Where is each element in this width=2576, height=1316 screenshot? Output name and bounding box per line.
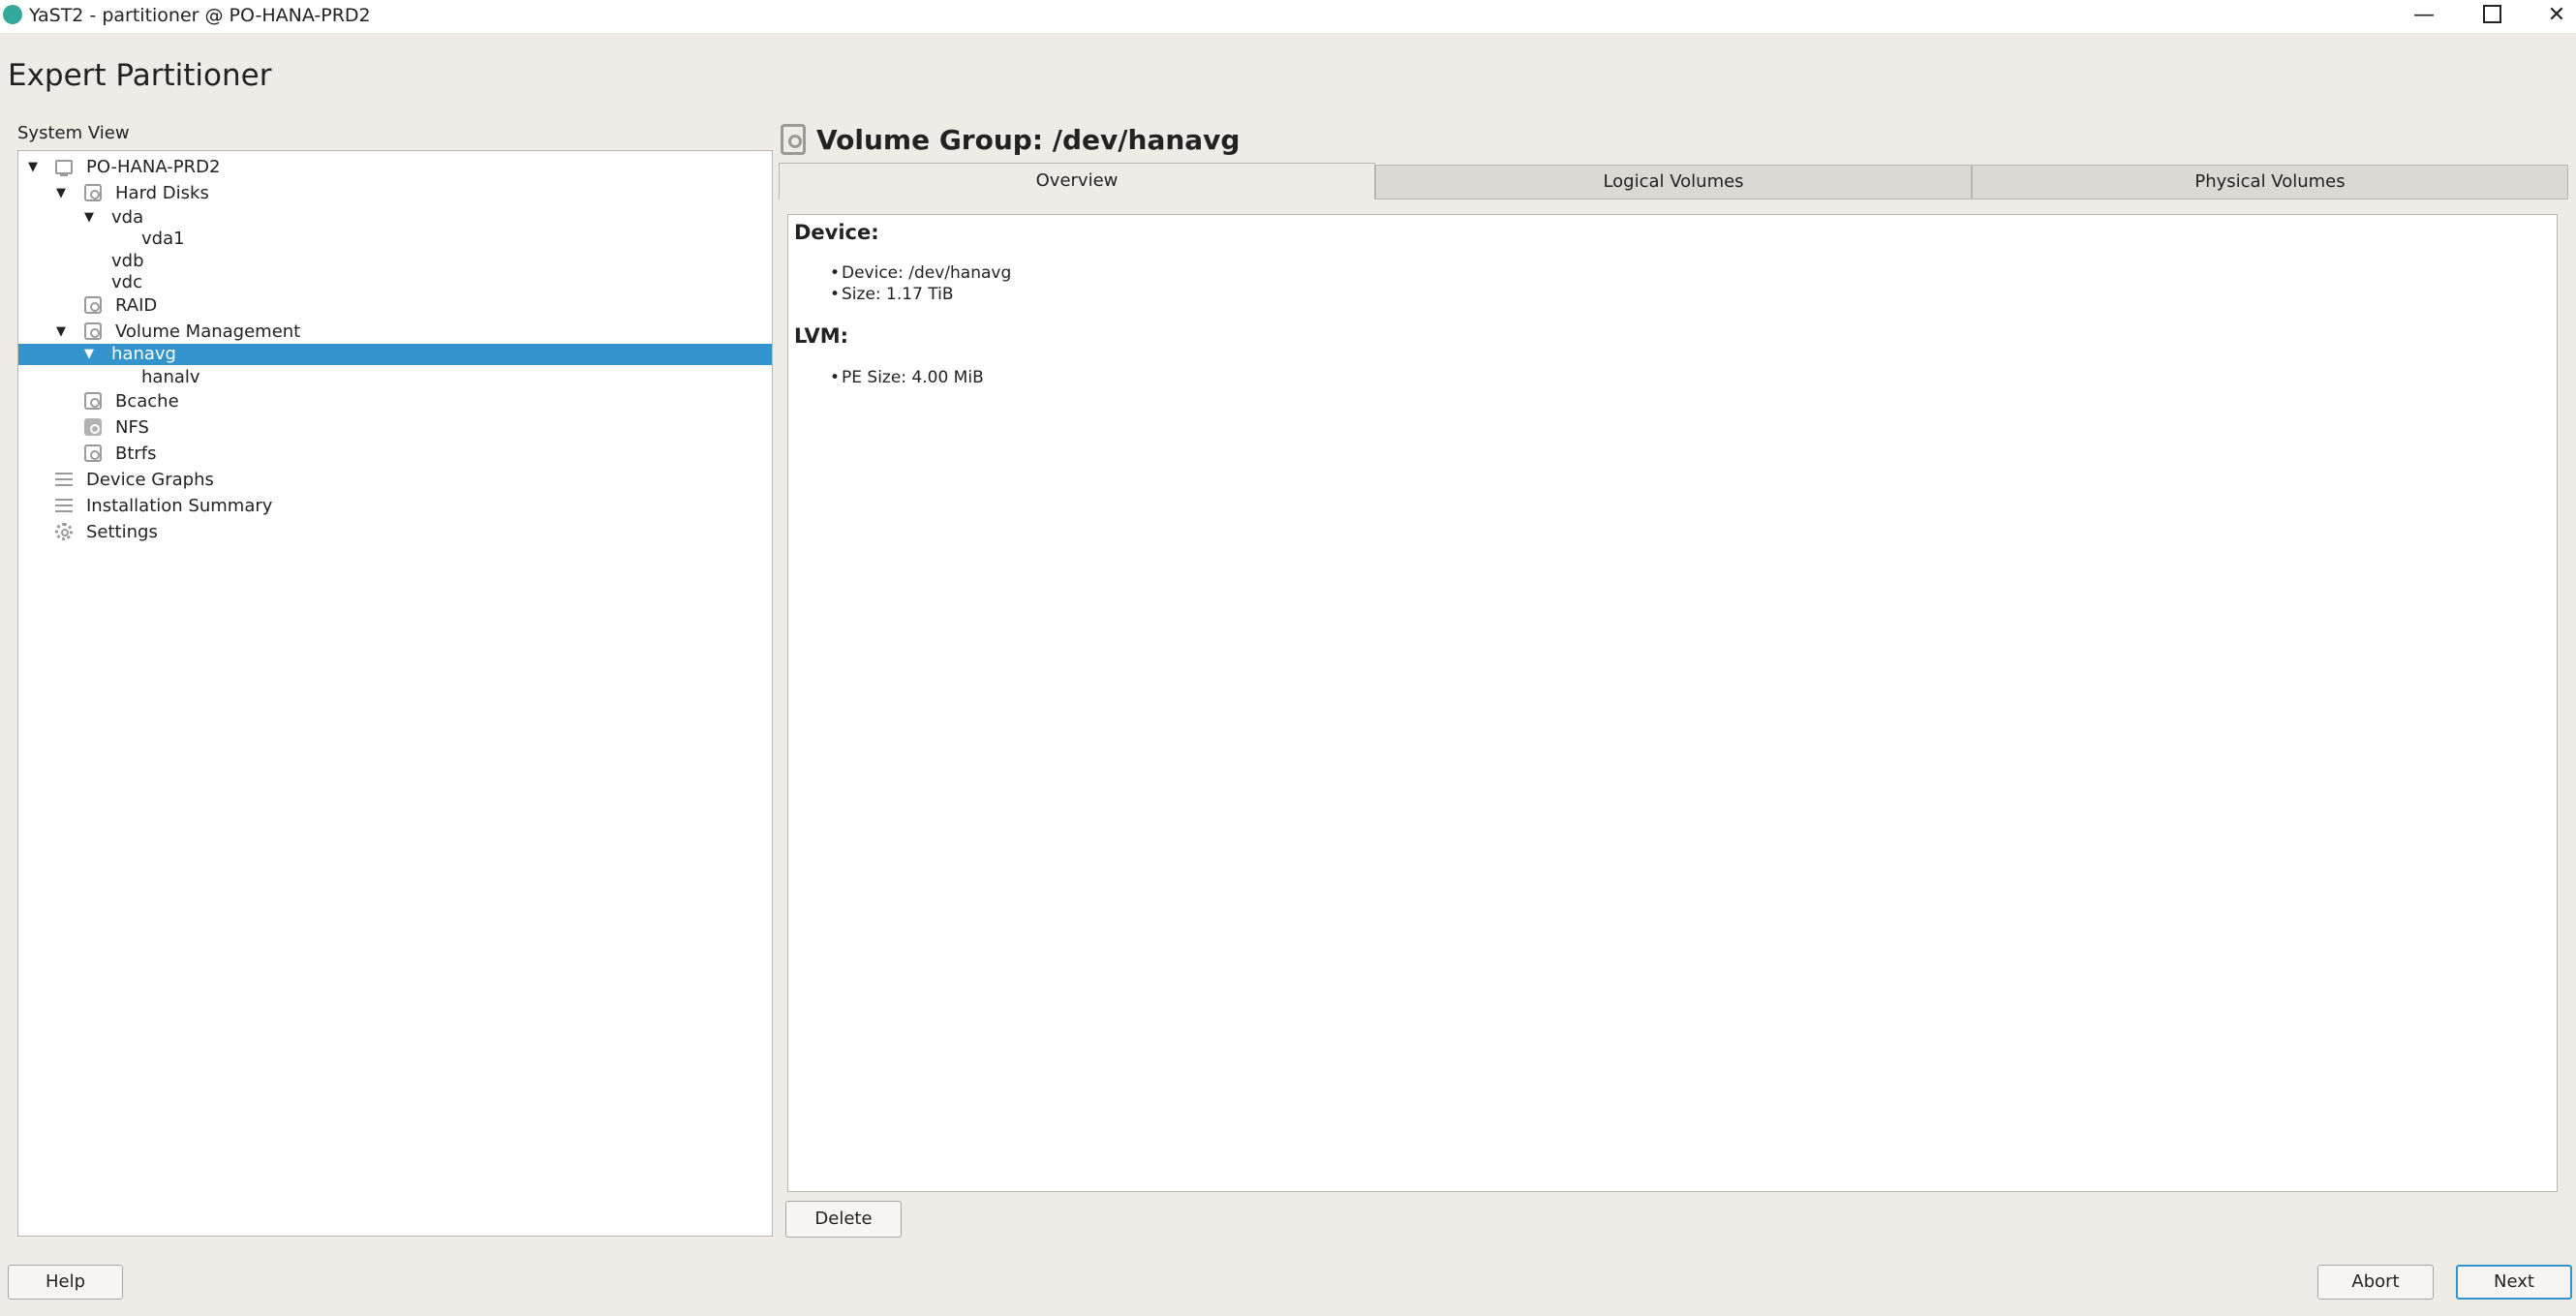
tree-item-label: vdc bbox=[111, 272, 142, 292]
tree-item-hanalv[interactable]: hanalv bbox=[18, 366, 772, 389]
tree-item-label: Btrfs bbox=[115, 444, 157, 464]
installation-summary-icon bbox=[55, 497, 73, 514]
device-path-item: Device: /dev/hanavg bbox=[830, 263, 1011, 283]
tree-item-volume-management[interactable]: ▼ Volume Management bbox=[18, 321, 772, 344]
tree-item-label: vda bbox=[111, 207, 144, 228]
tree-item-vdc[interactable]: vdc bbox=[18, 271, 772, 294]
volume-group-icon bbox=[781, 124, 806, 155]
tree-item-label: Settings bbox=[86, 522, 158, 542]
tree-item-vda1[interactable]: vda1 bbox=[18, 228, 772, 251]
tree-item-bcache[interactable]: Bcache bbox=[18, 390, 772, 413]
bcache-icon bbox=[84, 392, 102, 410]
window-titlebar: YaST2 - partitioner @ PO-HANA-PRD2 — ✕ bbox=[0, 0, 2576, 33]
pe-size-item: PE Size: 4.00 MiB bbox=[830, 368, 984, 387]
nfs-icon bbox=[84, 418, 102, 436]
yast-app-icon bbox=[3, 5, 22, 24]
tree-item-vdb[interactable]: vdb bbox=[18, 250, 772, 273]
tree-item-btrfs[interactable]: Btrfs bbox=[18, 443, 772, 466]
volume-group-title: Volume Group: /dev/hanavg bbox=[816, 124, 1241, 156]
raid-icon bbox=[84, 296, 102, 314]
computer-icon bbox=[55, 160, 73, 176]
tree-item-po-hana-prd2[interactable]: ▼ PO-HANA-PRD2 bbox=[18, 156, 772, 179]
tree-item-label: Bcache bbox=[115, 391, 179, 412]
btrfs-icon bbox=[84, 444, 102, 462]
tab-physical-volumes[interactable]: Physical Volumes bbox=[1972, 165, 2568, 199]
hard-disk-icon bbox=[84, 184, 102, 201]
tree-item-device-graphs[interactable]: Device Graphs bbox=[18, 469, 772, 492]
tree-item-label: hanavg bbox=[111, 344, 176, 364]
expand-arrow-icon[interactable]: ▼ bbox=[56, 182, 66, 205]
device-heading: Device: bbox=[794, 221, 879, 244]
tab-logical-volumes[interactable]: Logical Volumes bbox=[1375, 165, 1972, 199]
tree-item-label: NFS bbox=[115, 417, 149, 438]
tree-item-vda[interactable]: ▼ vda bbox=[18, 206, 772, 230]
tree-item-hard-disks[interactable]: ▼ Hard Disks bbox=[18, 182, 772, 205]
expand-arrow-icon[interactable]: ▼ bbox=[84, 344, 94, 365]
device-size-item: Size: 1.17 TiB bbox=[830, 285, 953, 304]
tree-item-label: Installation Summary bbox=[86, 496, 273, 516]
lvm-heading: LVM: bbox=[794, 324, 849, 348]
delete-button[interactable]: Delete bbox=[785, 1201, 902, 1238]
tree-item-label: Hard Disks bbox=[115, 183, 209, 203]
tree-item-raid[interactable]: RAID bbox=[18, 294, 772, 318]
tree-item-label: Volume Management bbox=[115, 321, 301, 342]
tree-item-nfs[interactable]: NFS bbox=[18, 416, 772, 440]
tree-item-settings[interactable]: Settings bbox=[18, 521, 772, 544]
help-button[interactable]: Help bbox=[8, 1265, 123, 1300]
expand-arrow-icon[interactable]: ▼ bbox=[56, 321, 66, 344]
overview-panel: Device: Device: /dev/hanavg Size: 1.17 T… bbox=[787, 214, 2558, 1192]
system-view-tree[interactable]: ▼ PO-HANA-PRD2 ▼ Hard Disks ▼ vda vda1 v… bbox=[17, 150, 773, 1237]
abort-button[interactable]: Abort bbox=[2317, 1265, 2434, 1300]
maximize-icon bbox=[2482, 4, 2501, 23]
tree-item-label: RAID bbox=[115, 295, 158, 316]
close-button[interactable]: ✕ bbox=[2523, 0, 2576, 33]
tree-item-label: PO-HANA-PRD2 bbox=[86, 157, 221, 177]
tree-item-label: vdb bbox=[111, 251, 144, 271]
tree-item-hanavg[interactable]: ▼ hanavg bbox=[18, 344, 772, 365]
next-button[interactable]: Next bbox=[2456, 1265, 2572, 1300]
volume-management-icon bbox=[84, 322, 102, 340]
app-title: Expert Partitioner bbox=[8, 58, 272, 93]
expand-arrow-icon[interactable]: ▼ bbox=[28, 156, 38, 179]
device-graphs-icon bbox=[55, 471, 73, 488]
tree-item-label: hanalv bbox=[141, 367, 200, 387]
tree-item-installation-summary[interactable]: Installation Summary bbox=[18, 495, 772, 518]
tab-overview[interactable]: Overview bbox=[779, 163, 1375, 199]
window-title: YaST2 - partitioner @ PO-HANA-PRD2 bbox=[29, 5, 371, 26]
maximize-button[interactable] bbox=[2458, 0, 2526, 33]
settings-gear-icon bbox=[55, 523, 73, 540]
tree-item-label: vda1 bbox=[141, 229, 185, 249]
expand-arrow-icon[interactable]: ▼ bbox=[84, 206, 94, 230]
tree-item-label: Device Graphs bbox=[86, 470, 214, 490]
system-view-label: System View bbox=[17, 123, 130, 143]
minimize-button[interactable]: — bbox=[2390, 0, 2458, 33]
